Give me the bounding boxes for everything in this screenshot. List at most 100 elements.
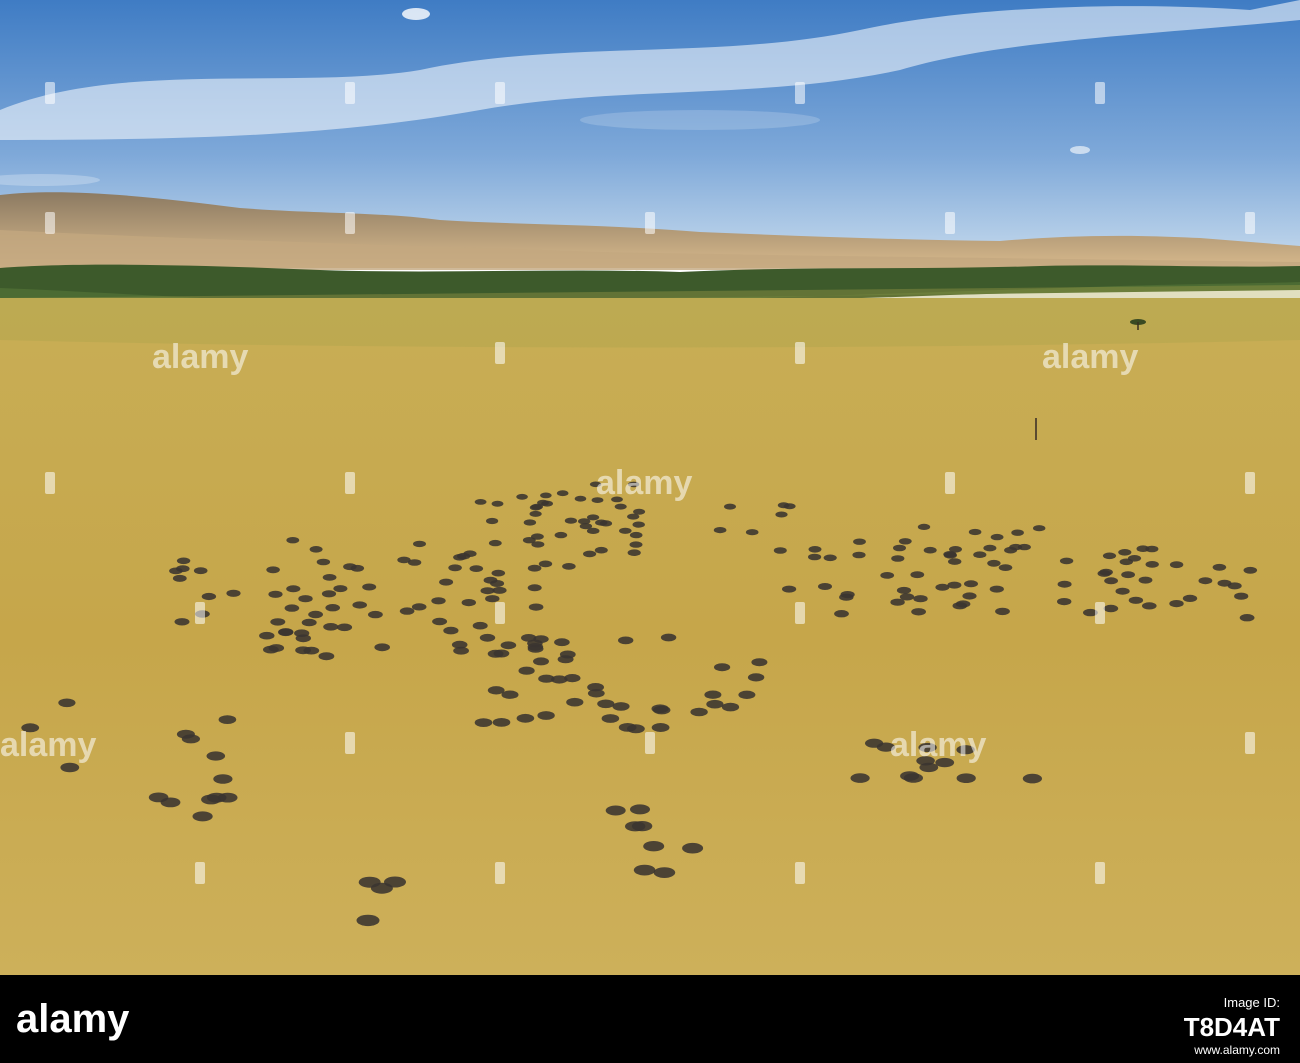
image-id-label: Image ID: — [1223, 995, 1280, 1010]
buffalo — [356, 914, 380, 927]
buffalo — [333, 585, 348, 593]
buffalo — [782, 585, 797, 593]
buffalo — [537, 711, 555, 720]
buffalo — [583, 550, 597, 558]
buffalo — [1102, 552, 1117, 560]
buffalo — [566, 697, 584, 707]
site-url: www.alamy.com — [1194, 1043, 1280, 1057]
image-id: T8D4AT — [1183, 1012, 1280, 1042]
buffalo — [751, 658, 768, 667]
buffalo — [880, 572, 895, 579]
buffalo — [601, 714, 620, 723]
watermark-text: alamy — [152, 338, 248, 376]
buffalo — [480, 587, 495, 595]
buffalo — [564, 517, 578, 524]
buffalo — [773, 547, 787, 554]
buffalo — [487, 649, 504, 658]
buffalo — [1004, 546, 1018, 554]
buffalo — [1057, 598, 1072, 606]
buffalo — [193, 567, 208, 575]
buffalo — [413, 540, 426, 548]
buffalo — [808, 553, 822, 561]
buffalo — [321, 590, 337, 598]
buffalo — [518, 666, 535, 675]
buffalo — [278, 628, 294, 636]
buffalo — [956, 773, 976, 783]
buffalo — [627, 724, 645, 734]
buffalo — [973, 551, 987, 558]
buffalo — [896, 586, 912, 594]
buffalo — [523, 519, 537, 526]
buffalo — [704, 690, 722, 699]
buffalo — [852, 551, 866, 559]
buffalo — [472, 621, 488, 630]
buffalo — [174, 618, 190, 626]
buffalo — [529, 510, 542, 517]
buffalo — [411, 603, 427, 611]
buffalo — [1017, 543, 1031, 551]
buffalo — [947, 581, 962, 589]
buffalo — [325, 604, 341, 612]
buffalo — [631, 821, 653, 832]
buffalo — [574, 495, 587, 502]
buffalo — [527, 564, 542, 572]
buffalo — [627, 549, 641, 556]
buffalo — [1099, 568, 1113, 576]
buffalo — [270, 618, 286, 626]
buffalo — [605, 805, 626, 816]
buffalo — [206, 751, 226, 761]
buffalo — [987, 559, 1001, 567]
buffalo — [318, 652, 335, 661]
image-reference: Image ID: T8D4AT — [1010, 995, 1280, 1043]
buffalo — [1033, 525, 1046, 532]
buffalo — [528, 603, 544, 611]
buffalo — [1059, 557, 1074, 565]
buffalo — [336, 623, 353, 632]
buffalo — [538, 674, 555, 683]
buffalo — [399, 607, 415, 615]
buffalo — [839, 593, 854, 601]
buffalo — [1217, 579, 1232, 587]
buffalo — [531, 541, 545, 548]
buffalo — [745, 529, 759, 536]
buffalo — [457, 552, 471, 560]
buffalo — [461, 599, 476, 607]
buffalo — [1169, 561, 1184, 569]
buffalo — [597, 699, 615, 709]
buffalo — [268, 644, 285, 652]
buffalo — [60, 762, 80, 773]
buffalo — [479, 633, 496, 642]
buffalo — [492, 718, 511, 727]
buffalo — [374, 643, 391, 652]
buffalo — [500, 641, 517, 650]
buffalo — [485, 595, 500, 603]
buffalo — [213, 774, 233, 784]
buffalo — [1243, 566, 1258, 574]
buffalo — [1121, 571, 1135, 579]
buffalo — [651, 704, 669, 713]
buffalo — [556, 490, 569, 497]
buffalo — [218, 715, 237, 724]
buffalo — [309, 546, 323, 553]
buffalo — [990, 533, 1004, 541]
buffalo — [176, 565, 190, 573]
buffalo — [983, 544, 997, 552]
buffalo — [948, 558, 962, 565]
buffalo — [1057, 580, 1072, 588]
watermark-text: alamy — [890, 726, 986, 764]
buffalo — [451, 640, 468, 649]
buffalo — [891, 555, 905, 562]
buffalo — [172, 574, 187, 582]
buffalo — [1127, 555, 1142, 562]
buffalo — [554, 638, 570, 647]
buffalo — [1239, 614, 1255, 622]
buffalo — [58, 698, 76, 708]
buffalo — [557, 655, 574, 664]
buffalo — [350, 564, 365, 572]
buffalo — [439, 578, 454, 586]
watermark-text: alamy — [596, 464, 692, 502]
buffalo — [853, 538, 866, 545]
buffalo — [469, 565, 484, 572]
buffalo — [913, 595, 928, 603]
buffalo — [893, 544, 906, 552]
